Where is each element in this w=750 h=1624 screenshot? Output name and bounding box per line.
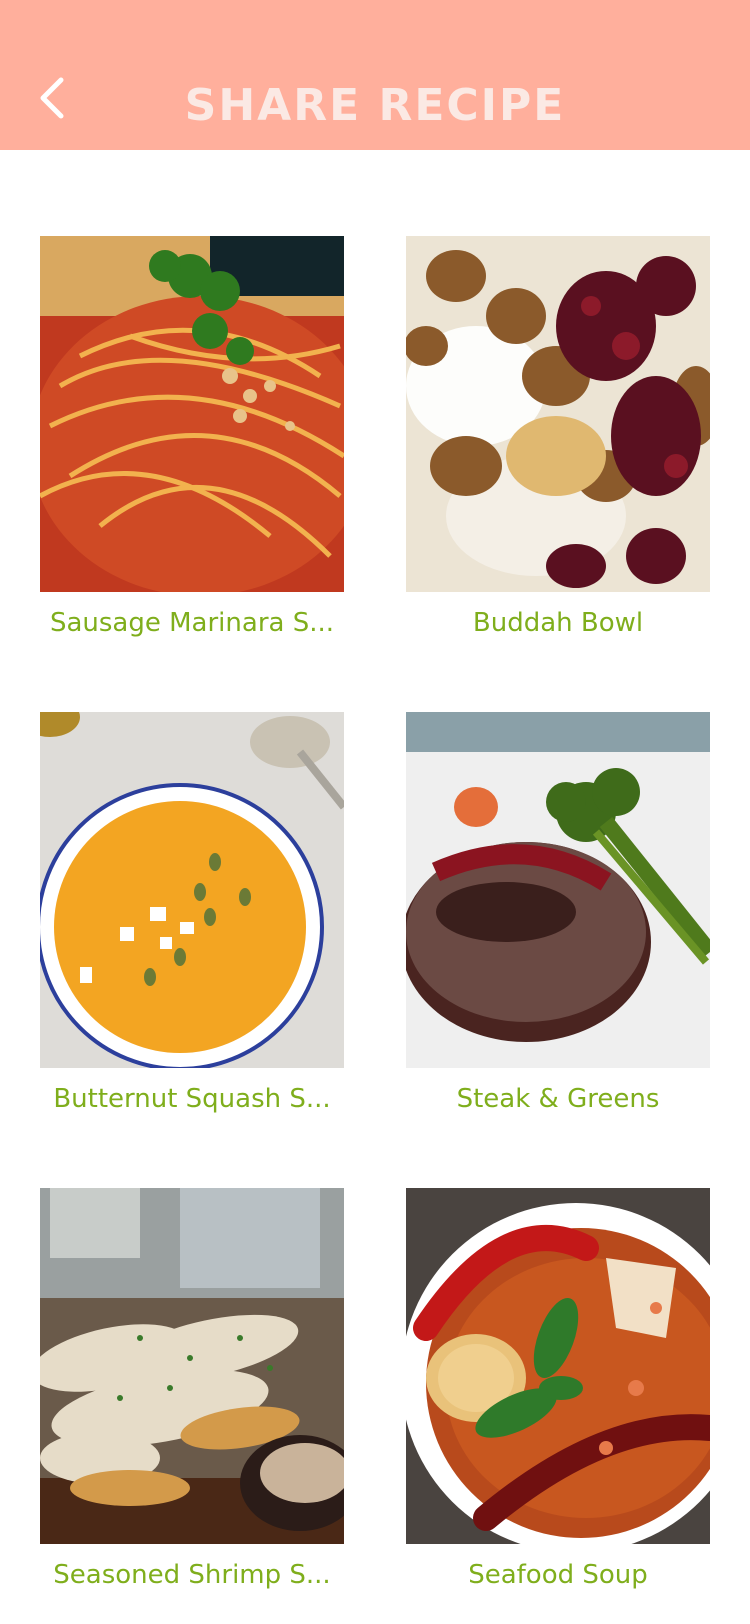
recipe-photo <box>406 1188 710 1544</box>
recipe-photo <box>406 236 710 592</box>
recipe-name: Buddah Bowl <box>472 608 644 638</box>
recipe-name: Sausage Marinara S... <box>49 608 335 638</box>
recipe-photo <box>40 712 344 1068</box>
app-header: SHARE RECIPE <box>0 0 750 150</box>
recipe-card[interactable]: Seafood Soup <box>406 1188 710 1590</box>
recipe-card[interactable]: Seasoned Shrimp S... <box>40 1188 344 1590</box>
recipe-card[interactable]: Buddah Bowl <box>406 236 710 638</box>
recipe-name: Butternut Squash S... <box>53 1084 331 1114</box>
recipe-card[interactable]: Steak & Greens <box>406 712 710 1114</box>
page-title: SHARE RECIPE <box>184 80 566 131</box>
recipe-name: Seasoned Shrimp S... <box>53 1560 331 1590</box>
recipe-photo <box>40 1188 344 1544</box>
recipe-photo <box>40 236 344 592</box>
recipe-card[interactable]: Sausage Marinara S... <box>40 236 344 638</box>
recipe-photo <box>406 712 710 1068</box>
recipe-name: Steak & Greens <box>456 1084 660 1114</box>
recipe-name: Seafood Soup <box>468 1560 648 1590</box>
recipe-card[interactable]: Butternut Squash S... <box>40 712 344 1114</box>
